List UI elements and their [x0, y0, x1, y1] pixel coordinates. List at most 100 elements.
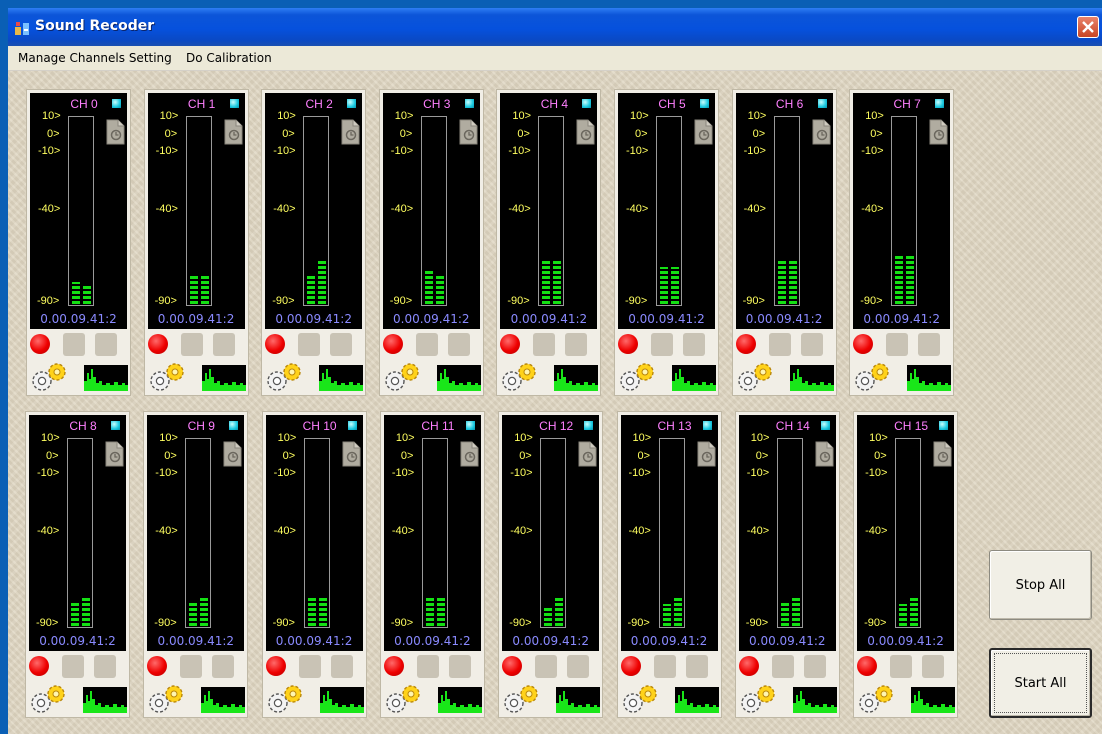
record-button[interactable]: [147, 334, 168, 354]
document-icon[interactable]: [814, 441, 834, 467]
record-button[interactable]: [738, 656, 759, 676]
gear-icon[interactable]: [147, 684, 191, 714]
gear-icon[interactable]: [29, 684, 73, 714]
gear-icon[interactable]: [736, 362, 780, 392]
spectrum-icon[interactable]: [201, 687, 246, 713]
stop-button[interactable]: [567, 655, 590, 678]
gear-icon[interactable]: [383, 362, 427, 392]
gear-icon[interactable]: [148, 362, 192, 392]
document-icon[interactable]: [223, 119, 243, 145]
stop-button[interactable]: [212, 655, 235, 678]
gear-icon[interactable]: [502, 684, 546, 714]
record-button[interactable]: [853, 334, 874, 354]
document-icon[interactable]: [932, 441, 952, 467]
pause-button[interactable]: [415, 333, 438, 356]
record-button[interactable]: [383, 656, 404, 676]
document-icon[interactable]: [575, 119, 595, 145]
stop-button[interactable]: [94, 655, 116, 678]
spectrum-icon[interactable]: [83, 687, 127, 713]
record-button[interactable]: [382, 334, 403, 354]
record-button[interactable]: [618, 334, 638, 354]
stop-button[interactable]: [565, 333, 588, 356]
gear-icon[interactable]: [739, 684, 783, 714]
stop-button[interactable]: [330, 655, 353, 678]
gear-icon[interactable]: [384, 684, 428, 714]
document-icon[interactable]: [577, 441, 597, 467]
gear-icon[interactable]: [618, 362, 662, 392]
pause-button[interactable]: [651, 333, 673, 356]
record-button[interactable]: [29, 656, 49, 676]
spectrum-icon[interactable]: [672, 365, 716, 391]
document-icon[interactable]: [340, 119, 360, 145]
gear-icon[interactable]: [500, 362, 544, 392]
record-button[interactable]: [500, 334, 521, 354]
menu-do-calibration[interactable]: Do Calibration: [186, 51, 272, 65]
stop-button[interactable]: [922, 655, 945, 678]
document-icon[interactable]: [811, 119, 831, 145]
gear-icon[interactable]: [265, 362, 309, 392]
pause-button[interactable]: [653, 655, 676, 678]
title-bar[interactable]: Sound Recoder: [8, 8, 1102, 46]
spectrum-icon[interactable]: [792, 687, 837, 713]
pause-button[interactable]: [62, 655, 84, 678]
stop-button[interactable]: [683, 333, 705, 356]
record-button[interactable]: [147, 656, 168, 676]
record-button[interactable]: [857, 656, 878, 676]
record-button[interactable]: [502, 656, 523, 676]
stop-button[interactable]: [330, 333, 353, 356]
spectrum-icon[interactable]: [556, 687, 601, 713]
spectrum-icon[interactable]: [437, 687, 482, 713]
spectrum-icon[interactable]: [674, 687, 719, 713]
record-button[interactable]: [620, 656, 641, 676]
document-icon[interactable]: [105, 119, 125, 145]
document-icon[interactable]: [696, 441, 716, 467]
stop-button[interactable]: [803, 655, 826, 678]
pause-button[interactable]: [416, 655, 439, 678]
pause-button[interactable]: [180, 333, 203, 356]
stop-button[interactable]: [212, 333, 235, 356]
spectrum-icon[interactable]: [907, 365, 952, 391]
document-icon[interactable]: [459, 441, 479, 467]
record-button[interactable]: [30, 334, 50, 354]
spectrum-icon[interactable]: [789, 365, 834, 391]
document-icon[interactable]: [222, 441, 242, 467]
pause-button[interactable]: [180, 655, 203, 678]
pause-button[interactable]: [298, 333, 321, 356]
pause-button[interactable]: [886, 333, 909, 356]
stop-button[interactable]: [800, 333, 823, 356]
spectrum-icon[interactable]: [319, 365, 364, 391]
document-icon[interactable]: [104, 441, 124, 467]
stop-button[interactable]: [447, 333, 470, 356]
pause-button[interactable]: [63, 333, 85, 356]
document-icon[interactable]: [928, 119, 948, 145]
spectrum-icon[interactable]: [319, 687, 364, 713]
gear-icon[interactable]: [30, 362, 74, 392]
record-button[interactable]: [265, 656, 286, 676]
stop-button[interactable]: [95, 333, 117, 356]
stop-button[interactable]: [448, 655, 471, 678]
gear-icon[interactable]: [857, 684, 901, 714]
record-button[interactable]: [735, 334, 756, 354]
document-icon[interactable]: [458, 119, 478, 145]
spectrum-icon[interactable]: [84, 365, 128, 391]
close-button[interactable]: [1077, 16, 1099, 38]
gear-icon[interactable]: [621, 684, 665, 714]
menu-manage-channels-setting[interactable]: Manage Channels Setting: [18, 51, 172, 65]
pause-button[interactable]: [890, 655, 913, 678]
document-icon[interactable]: [693, 119, 713, 145]
record-button[interactable]: [265, 334, 286, 354]
pause-button[interactable]: [535, 655, 558, 678]
gear-icon[interactable]: [266, 684, 310, 714]
document-icon[interactable]: [341, 441, 361, 467]
stop-button[interactable]: [918, 333, 941, 356]
start-all-button[interactable]: Start All: [989, 648, 1092, 718]
spectrum-icon[interactable]: [436, 365, 481, 391]
pause-button[interactable]: [771, 655, 794, 678]
pause-button[interactable]: [298, 655, 321, 678]
pause-button[interactable]: [768, 333, 791, 356]
spectrum-icon[interactable]: [201, 365, 246, 391]
gear-icon[interactable]: [853, 362, 897, 392]
stop-button[interactable]: [685, 655, 708, 678]
spectrum-icon[interactable]: [911, 687, 956, 713]
stop-all-button[interactable]: Stop All: [989, 550, 1092, 620]
